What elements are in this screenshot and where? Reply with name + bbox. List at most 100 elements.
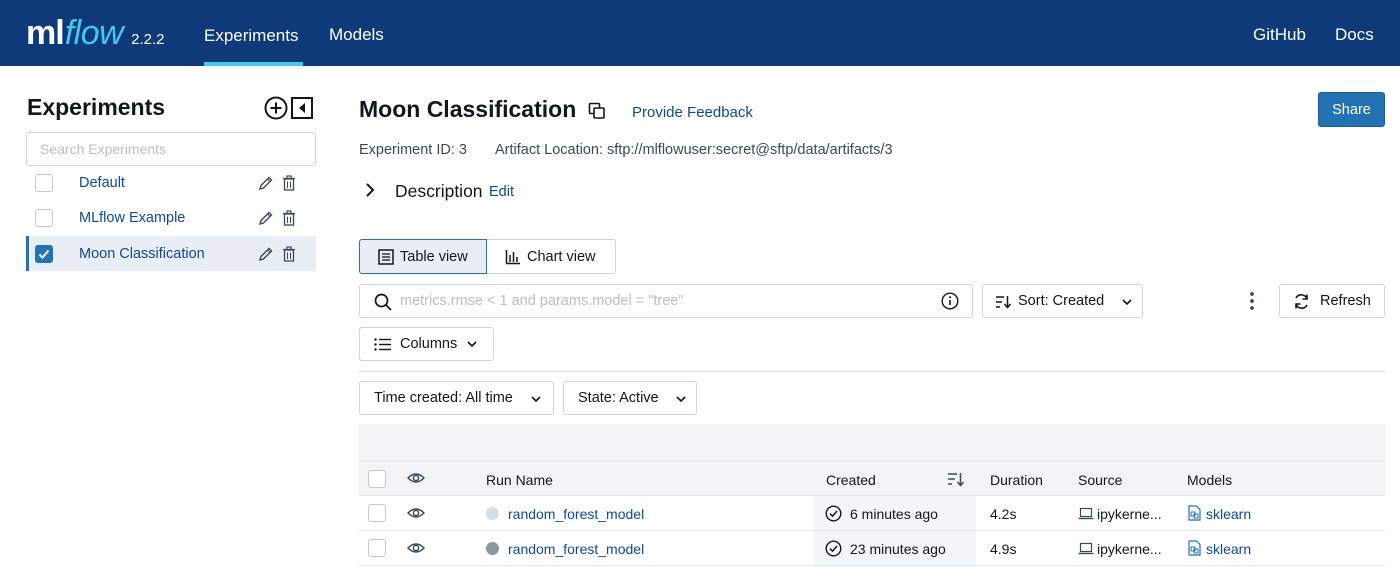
run-color-dot[interactable] <box>486 542 499 555</box>
tab-chart-view[interactable]: Chart view <box>487 239 616 274</box>
trash-icon[interactable] <box>282 209 296 226</box>
checkmark-icon <box>38 249 50 259</box>
more-options-icon[interactable] <box>1244 290 1260 312</box>
experiment-search-input[interactable] <box>26 132 316 166</box>
laptop-icon <box>1078 507 1094 520</box>
tab-chart-view-label: Chart view <box>527 248 596 265</box>
experiment-checkbox[interactable] <box>35 208 53 227</box>
collapse-left-icon <box>291 97 313 119</box>
eye-icon[interactable] <box>407 506 425 520</box>
plus-circle-icon <box>264 96 288 120</box>
nav-models[interactable]: Models <box>329 0 384 66</box>
nav-github[interactable]: GitHub <box>1253 0 1306 66</box>
table-row[interactable]: random_forest_model 6 minutes ago 4.2s i… <box>359 496 1385 531</box>
edit-pencil-icon[interactable] <box>258 210 274 226</box>
column-header-run-name[interactable]: Run Name <box>486 472 553 488</box>
row-checkbox[interactable] <box>368 504 386 522</box>
chevron-down-icon <box>531 396 541 403</box>
sort-icon <box>996 296 1011 309</box>
run-color-dot[interactable] <box>486 507 499 520</box>
duration-value: 4.2s <box>990 506 1017 522</box>
table-group-header <box>359 424 1385 461</box>
provide-feedback-link[interactable]: Provide Feedback <box>632 104 753 121</box>
run-search-input[interactable] <box>400 286 930 316</box>
refresh-icon <box>1295 294 1308 309</box>
created-value: 23 minutes ago <box>850 541 946 557</box>
row-checkbox[interactable] <box>368 539 386 557</box>
table-row[interactable]: random_forest_model 23 minutes ago 4.9s … <box>359 531 1385 566</box>
source-value[interactable]: ipykerne... <box>1097 506 1162 522</box>
edit-pencil-icon[interactable] <box>258 175 274 191</box>
list-icon <box>374 338 391 351</box>
refresh-label: Refresh <box>1320 293 1371 309</box>
created-value: 6 minutes ago <box>850 506 938 522</box>
bar-chart-icon <box>505 249 520 264</box>
experiment-name[interactable]: Moon Classification <box>79 246 205 262</box>
description-edit-link[interactable]: Edit <box>489 184 514 200</box>
sidebar-item-mlflow-example[interactable]: MLflow Example <box>26 200 316 235</box>
check-circle-icon <box>825 505 842 522</box>
select-all-checkbox[interactable] <box>368 470 386 488</box>
time-created-filter[interactable]: Time created: All time <box>359 381 554 415</box>
edit-pencil-icon[interactable] <box>258 246 274 262</box>
nav-experiments[interactable]: Experiments <box>204 0 303 66</box>
chevron-down-icon <box>1122 299 1132 306</box>
experiment-name[interactable]: MLflow Example <box>79 210 185 226</box>
description-toggle[interactable]: Description <box>395 181 483 202</box>
nav-docs[interactable]: Docs <box>1335 0 1374 66</box>
experiment-id: Experiment ID: 3 <box>359 142 467 158</box>
time-created-label: Time created: All time <box>374 390 513 406</box>
experiment-checkbox-checked[interactable] <box>35 244 53 263</box>
copy-icon[interactable] <box>588 102 606 120</box>
columns-label: Columns <box>400 336 458 352</box>
eye-icon[interactable] <box>407 541 425 555</box>
model-file-icon <box>1188 540 1201 556</box>
version-label: 2.2.2 <box>131 31 165 48</box>
column-header-duration[interactable]: Duration <box>990 472 1043 488</box>
sidebar-item-default[interactable]: Default <box>26 165 316 200</box>
divider <box>359 371 1385 372</box>
search-icon <box>374 293 392 311</box>
tab-table-view-label: Table view <box>400 248 468 265</box>
sort-label: Sort: Created <box>1018 293 1105 309</box>
trash-icon[interactable] <box>282 245 296 262</box>
run-name-link[interactable]: random_forest_model <box>508 541 644 557</box>
share-button[interactable]: Share <box>1318 92 1385 127</box>
column-header-created[interactable]: Created <box>826 472 876 488</box>
experiment-name[interactable]: Default <box>79 175 125 191</box>
model-link[interactable]: sklearn <box>1206 506 1251 522</box>
columns-dropdown[interactable]: Columns <box>359 327 494 361</box>
top-nav-bar: ml flow 2.2.2 Experiments Models GitHub … <box>0 0 1400 66</box>
column-header-source[interactable]: Source <box>1078 472 1122 488</box>
artifact-location: Artifact Location: sftp://mlflowuser:sec… <box>495 142 893 158</box>
chevron-right-icon[interactable] <box>364 182 376 198</box>
experiment-checkbox[interactable] <box>35 173 53 192</box>
chevron-down-icon <box>676 396 686 403</box>
logo-ml-text: ml <box>26 14 65 52</box>
refresh-button[interactable]: Refresh <box>1279 284 1385 318</box>
collapse-sidebar-button[interactable] <box>290 96 314 120</box>
table-icon <box>378 248 394 265</box>
column-header-models[interactable]: Models <box>1187 472 1232 488</box>
chevron-down-icon <box>467 341 477 348</box>
info-icon[interactable] <box>941 292 959 310</box>
run-name-link[interactable]: random_forest_model <box>508 506 644 522</box>
duration-value: 4.9s <box>990 541 1017 557</box>
run-search-box <box>359 284 973 318</box>
check-circle-icon <box>825 540 842 557</box>
trash-icon[interactable] <box>282 174 296 191</box>
model-link[interactable]: sklearn <box>1206 541 1251 557</box>
add-experiment-button[interactable] <box>264 96 288 120</box>
state-filter[interactable]: State: Active <box>563 381 697 415</box>
model-file-icon <box>1188 505 1201 521</box>
state-label: State: Active <box>578 390 659 406</box>
mlflow-logo[interactable]: ml flow 2.2.2 <box>26 14 165 54</box>
source-value[interactable]: ipykerne... <box>1097 541 1162 557</box>
eye-icon[interactable] <box>407 471 425 485</box>
table-header: Run Name Created Duration Source Models <box>359 461 1385 496</box>
sort-dropdown[interactable]: Sort: Created <box>982 284 1143 318</box>
sort-descending-icon[interactable] <box>947 472 964 487</box>
laptop-icon <box>1078 542 1094 555</box>
sidebar-item-moon-classification[interactable]: Moon Classification <box>26 236 316 271</box>
tab-table-view[interactable]: Table view <box>359 239 487 274</box>
